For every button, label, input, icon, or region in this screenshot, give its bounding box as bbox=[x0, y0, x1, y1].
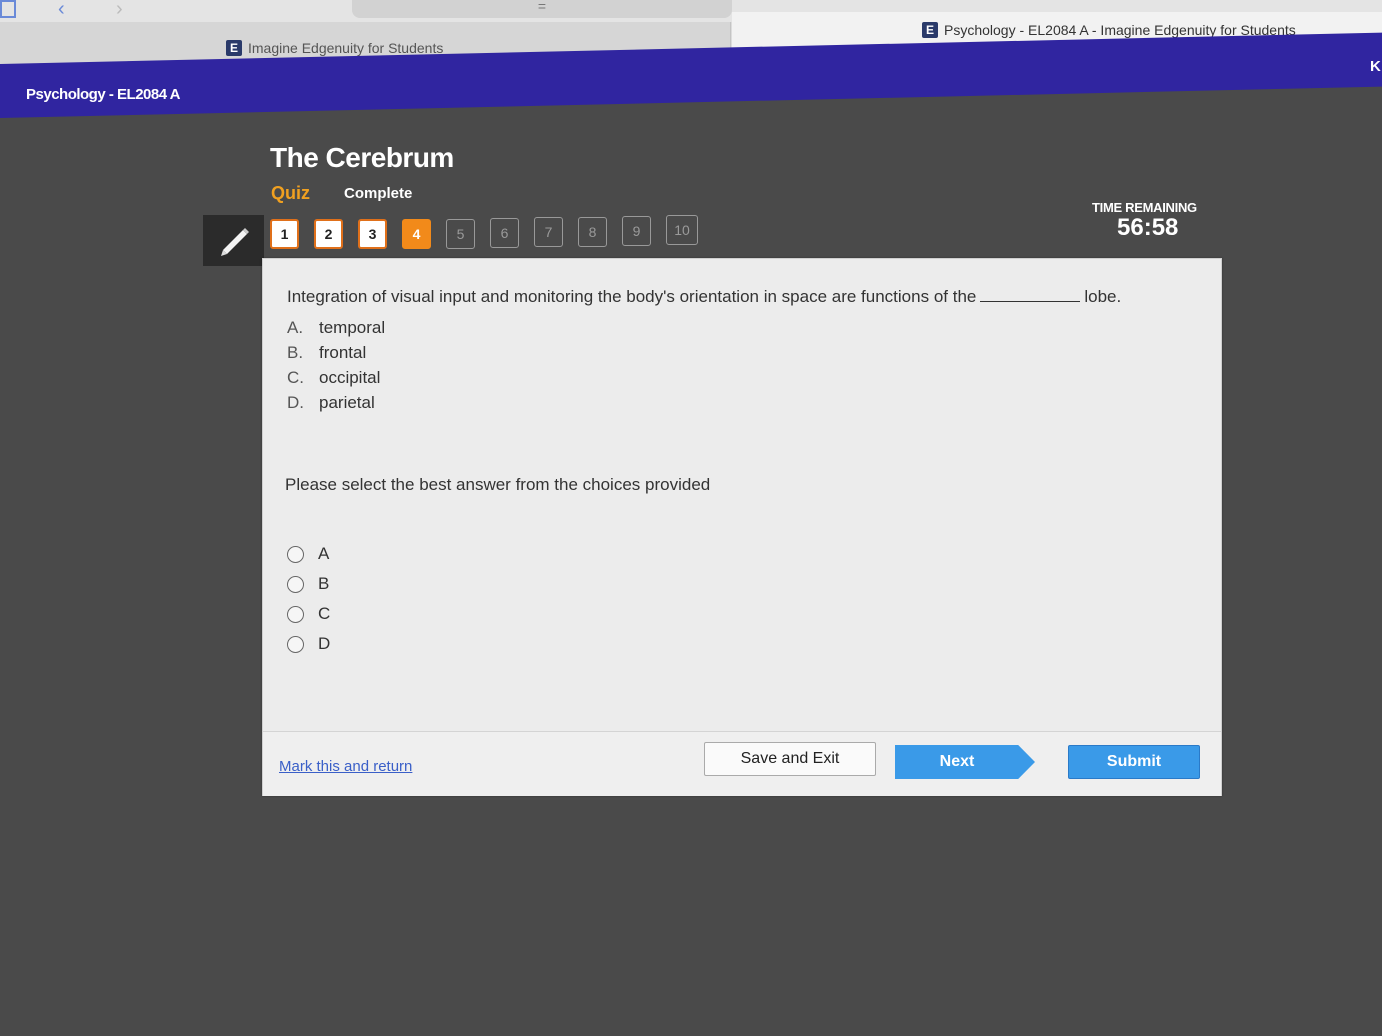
choice-letter: C. bbox=[287, 367, 304, 387]
edgenuity-logo-icon: E bbox=[226, 40, 242, 56]
pencil-icon bbox=[220, 227, 249, 256]
activity-type: Quiz bbox=[271, 183, 310, 203]
prompt-suffix: lobe. bbox=[1084, 287, 1122, 306]
radio-button[interactable] bbox=[287, 575, 304, 593]
edgenuity-logo-icon: E bbox=[922, 22, 938, 38]
question-nav-9[interactable]: 9 bbox=[622, 216, 651, 246]
prompt-blank bbox=[980, 301, 1081, 302]
question-nav-2[interactable]: 2 bbox=[314, 219, 343, 249]
prompt-text: Integration of visual input and monitori… bbox=[287, 287, 977, 306]
activity-status: Complete bbox=[344, 185, 413, 202]
choice-letter: D. bbox=[287, 392, 304, 412]
pencil-tool-button[interactable] bbox=[203, 215, 264, 266]
choice-item: D. parietal bbox=[287, 390, 385, 415]
question-nav-3[interactable]: 3 bbox=[358, 219, 387, 249]
question-nav-6[interactable]: 6 bbox=[490, 218, 519, 248]
answer-option-d[interactable]: D bbox=[287, 629, 330, 659]
choice-text: occipital bbox=[319, 367, 381, 387]
answer-label[interactable]: B bbox=[318, 574, 329, 594]
answer-label[interactable]: C bbox=[318, 604, 330, 624]
radio-button[interactable] bbox=[287, 635, 304, 653]
question-navigation: 1 2 3 4 5 6 7 8 9 10 bbox=[270, 215, 698, 249]
mark-and-return-link[interactable]: Mark this and return bbox=[279, 758, 412, 775]
choice-letter: A. bbox=[287, 317, 304, 337]
header-initial[interactable]: K bbox=[1370, 58, 1381, 75]
save-and-exit-button[interactable]: Save and Exit bbox=[704, 742, 876, 776]
radio-button[interactable] bbox=[287, 545, 304, 563]
question-nav-7[interactable]: 7 bbox=[534, 217, 563, 247]
quiz-footer: Mark this and return Save and Exit Next … bbox=[263, 731, 1221, 796]
question-nav-5[interactable]: 5 bbox=[446, 219, 475, 249]
answer-option-b[interactable]: B bbox=[287, 569, 330, 599]
sidebar-toggle-icon[interactable] bbox=[0, 0, 16, 18]
quiz-card: Integration of visual input and monitori… bbox=[262, 258, 1222, 796]
question-nav-10[interactable]: 10 bbox=[666, 215, 698, 245]
choice-letter: B. bbox=[287, 342, 304, 362]
chevron-left-icon[interactable]: ‹ bbox=[58, 0, 65, 19]
choice-text: parietal bbox=[319, 392, 375, 412]
answer-option-a[interactable]: A bbox=[287, 539, 330, 569]
question-nav-8[interactable]: 8 bbox=[578, 217, 607, 247]
answer-option-c[interactable]: C bbox=[287, 599, 330, 629]
answer-instruction: Please select the best answer from the c… bbox=[285, 475, 711, 494]
submit-button[interactable]: Submit bbox=[1068, 745, 1200, 779]
answer-label[interactable]: D bbox=[318, 634, 330, 654]
radio-button[interactable] bbox=[287, 605, 304, 623]
question-nav-1[interactable]: 1 bbox=[270, 219, 299, 249]
question-prompt: Integration of visual input and monitori… bbox=[287, 287, 1187, 307]
timer-value: 56:58 bbox=[1117, 214, 1179, 241]
choice-item: B. frontal bbox=[287, 340, 385, 365]
course-name[interactable]: Psychology - EL2084 A bbox=[26, 86, 181, 103]
tab-title-inactive[interactable]: E Imagine Edgenuity for Students bbox=[226, 40, 443, 56]
url-bar-handle[interactable]: = bbox=[352, 0, 732, 18]
next-button[interactable]: Next bbox=[895, 745, 1035, 779]
page-title: The Cerebrum bbox=[270, 142, 454, 173]
choice-text: temporal bbox=[319, 317, 386, 337]
answer-label[interactable]: A bbox=[318, 544, 329, 564]
timer-label: TIME REMAINING bbox=[1092, 200, 1197, 215]
choice-item: A. temporal bbox=[287, 315, 385, 340]
chevron-right-icon[interactable]: › bbox=[116, 0, 123, 19]
choice-text: frontal bbox=[319, 342, 367, 362]
choice-list: A. temporal B. frontal C. occipital D. p… bbox=[287, 315, 385, 415]
answer-options: A B C D bbox=[287, 539, 330, 659]
question-nav-4[interactable]: 4 bbox=[402, 219, 431, 249]
choice-item: C. occipital bbox=[287, 365, 385, 390]
